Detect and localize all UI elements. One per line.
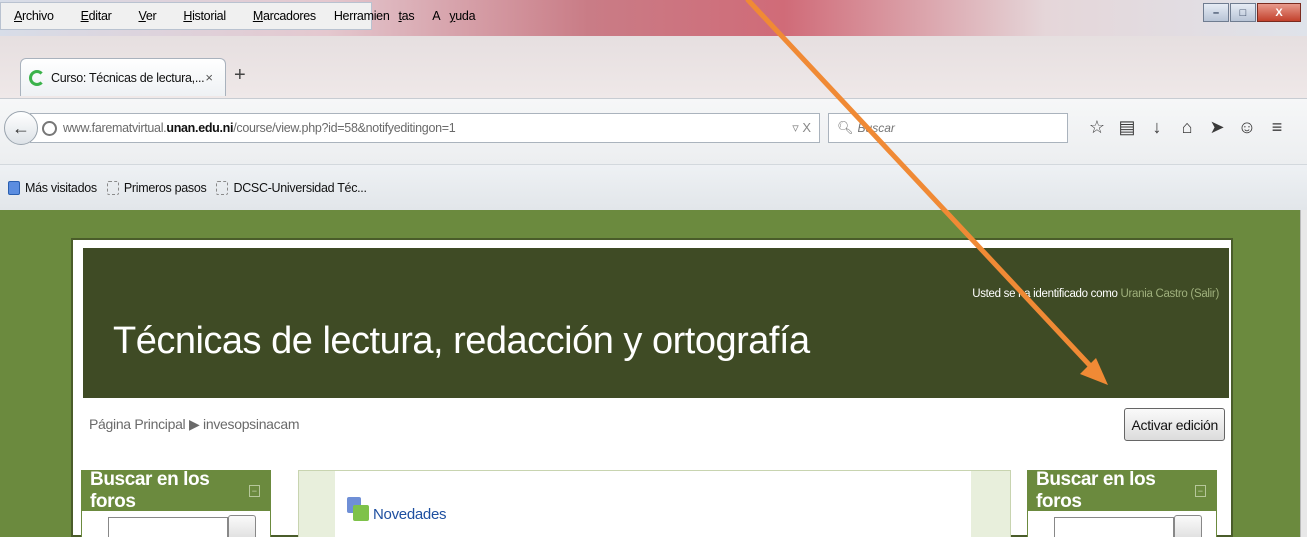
forum-search-input[interactable] bbox=[1054, 517, 1174, 537]
menu-editar[interactable]: Editar bbox=[72, 9, 121, 23]
course-section: Novedades bbox=[335, 471, 971, 537]
breadcrumb-current[interactable]: invesopsinacam bbox=[203, 416, 299, 432]
menu-archivo[interactable]: Archivo bbox=[5, 9, 63, 23]
search-icon: 🔍︎ bbox=[837, 120, 854, 135]
url-dropdown-stop-icons[interactable]: ▿ X bbox=[792, 120, 811, 136]
block-title: Buscar en los foros bbox=[90, 469, 210, 512]
url-bar[interactable]: www.farematvirtual.unan.edu.ni/course/vi… bbox=[30, 113, 820, 143]
download-icon[interactable]: ↓ bbox=[1142, 117, 1172, 138]
forum-search-button[interactable] bbox=[1174, 515, 1202, 537]
forum-icon bbox=[347, 497, 369, 523]
page-viewport: Usted se ha identificado como Urania Cas… bbox=[0, 210, 1300, 537]
search-bar[interactable]: 🔍︎ bbox=[828, 113, 1068, 143]
bookmark-primeros-pasos[interactable]: Primeros pasos bbox=[106, 180, 207, 195]
breadcrumb: Página Principal ▶ invesopsinacam bbox=[89, 416, 300, 433]
loading-spinner-icon bbox=[29, 69, 45, 86]
send-icon[interactable]: ➤ bbox=[1202, 117, 1232, 138]
main-content-region: Novedades bbox=[298, 470, 1011, 537]
login-info: Usted se ha identificado como Urania Cas… bbox=[972, 288, 1219, 300]
bookmark-dcsc[interactable]: DCSC-Universidad Téc... bbox=[216, 180, 367, 195]
maximize-button[interactable]: □ bbox=[1230, 3, 1256, 22]
search-input[interactable] bbox=[857, 121, 1058, 135]
url-text[interactable]: www.farematvirtual.unan.edu.ni/course/vi… bbox=[63, 121, 456, 135]
bookmark-mas-visitados[interactable]: Más visitados bbox=[8, 180, 97, 195]
page-title: Técnicas de lectura, redacción y ortogra… bbox=[113, 320, 810, 362]
block-header: Buscar en los foros − bbox=[82, 469, 270, 512]
tab-course[interactable]: Curso: Técnicas de lectura,... × bbox=[20, 58, 226, 96]
menu-marcadores[interactable]: Marcadores bbox=[244, 9, 325, 23]
bookmarks-bar: Más visitados Primeros pasos DCSC-Univer… bbox=[0, 164, 1307, 210]
window-controls: – □ X bbox=[1202, 3, 1301, 22]
toolbar-icons: ☆ ▤ ↓ ⌂ ➤ ☺ ≡ bbox=[1082, 117, 1292, 138]
menu-ver[interactable]: Ver bbox=[129, 9, 165, 23]
course-header: Usted se ha identificado como Urania Cas… bbox=[83, 248, 1229, 398]
tab-title: Curso: Técnicas de lectura,... bbox=[51, 70, 205, 85]
tab-close-icon[interactable]: × bbox=[205, 70, 213, 85]
globe-icon bbox=[42, 120, 57, 136]
collapse-icon[interactable]: − bbox=[248, 485, 260, 497]
news-label[interactable]: Novedades bbox=[373, 506, 446, 523]
minimize-button[interactable]: – bbox=[1203, 3, 1229, 22]
home-icon[interactable]: ⌂ bbox=[1172, 117, 1202, 138]
most-visited-icon bbox=[8, 180, 20, 195]
smiley-icon[interactable]: ☺ bbox=[1232, 117, 1262, 138]
user-link[interactable]: Urania Castro bbox=[1120, 288, 1187, 300]
new-tab-button[interactable]: + bbox=[234, 64, 246, 87]
menu-historial[interactable]: Historial bbox=[174, 9, 234, 23]
hamburger-menu-icon[interactable]: ≡ bbox=[1262, 117, 1292, 138]
block-header: Buscar en los foros − bbox=[1028, 469, 1216, 512]
activar-edicion-button[interactable]: Activar edición bbox=[1124, 408, 1225, 441]
close-window-button[interactable]: X bbox=[1257, 3, 1301, 22]
menu-ayuda[interactable]: Ayuda bbox=[432, 9, 484, 23]
back-arrow-icon: ← bbox=[12, 117, 30, 138]
page-icon bbox=[216, 180, 229, 195]
forum-search-input[interactable] bbox=[108, 517, 228, 537]
reading-list-icon[interactable]: ▤ bbox=[1112, 117, 1142, 138]
breadcrumb-separator-icon: ▶ bbox=[188, 416, 200, 432]
forum-search-block-left: Buscar en los foros − bbox=[81, 469, 271, 537]
navigation-bar: www.farematvirtual.unan.edu.ni/course/vi… bbox=[0, 98, 1307, 164]
menu-bar: Archivo Editar Ver Historial Marcadores … bbox=[0, 2, 476, 30]
forum-search-button[interactable] bbox=[228, 515, 256, 537]
collapse-icon[interactable]: − bbox=[1194, 485, 1206, 497]
tab-bar: Curso: Técnicas de lectura,... × + bbox=[0, 36, 1307, 98]
vertical-scrollbar[interactable] bbox=[1300, 210, 1307, 537]
breadcrumb-home-link[interactable]: Página Principal bbox=[89, 416, 186, 432]
news-forum-link[interactable]: Novedades bbox=[347, 497, 446, 523]
back-button[interactable]: ← bbox=[4, 111, 38, 145]
forum-search-block-right: Buscar en los foros − bbox=[1027, 469, 1217, 537]
page-icon bbox=[106, 180, 119, 195]
moodle-page: Usted se ha identificado como Urania Cas… bbox=[71, 238, 1233, 537]
menu-herramientas[interactable]: Herramien tas bbox=[334, 9, 423, 23]
block-title: Buscar en los foros bbox=[1036, 469, 1156, 512]
window-title-bar: Archivo Editar Ver Historial Marcadores … bbox=[0, 0, 1307, 36]
bookmark-star-icon[interactable]: ☆ bbox=[1082, 117, 1112, 138]
logout-link[interactable]: (Salir) bbox=[1190, 288, 1219, 300]
